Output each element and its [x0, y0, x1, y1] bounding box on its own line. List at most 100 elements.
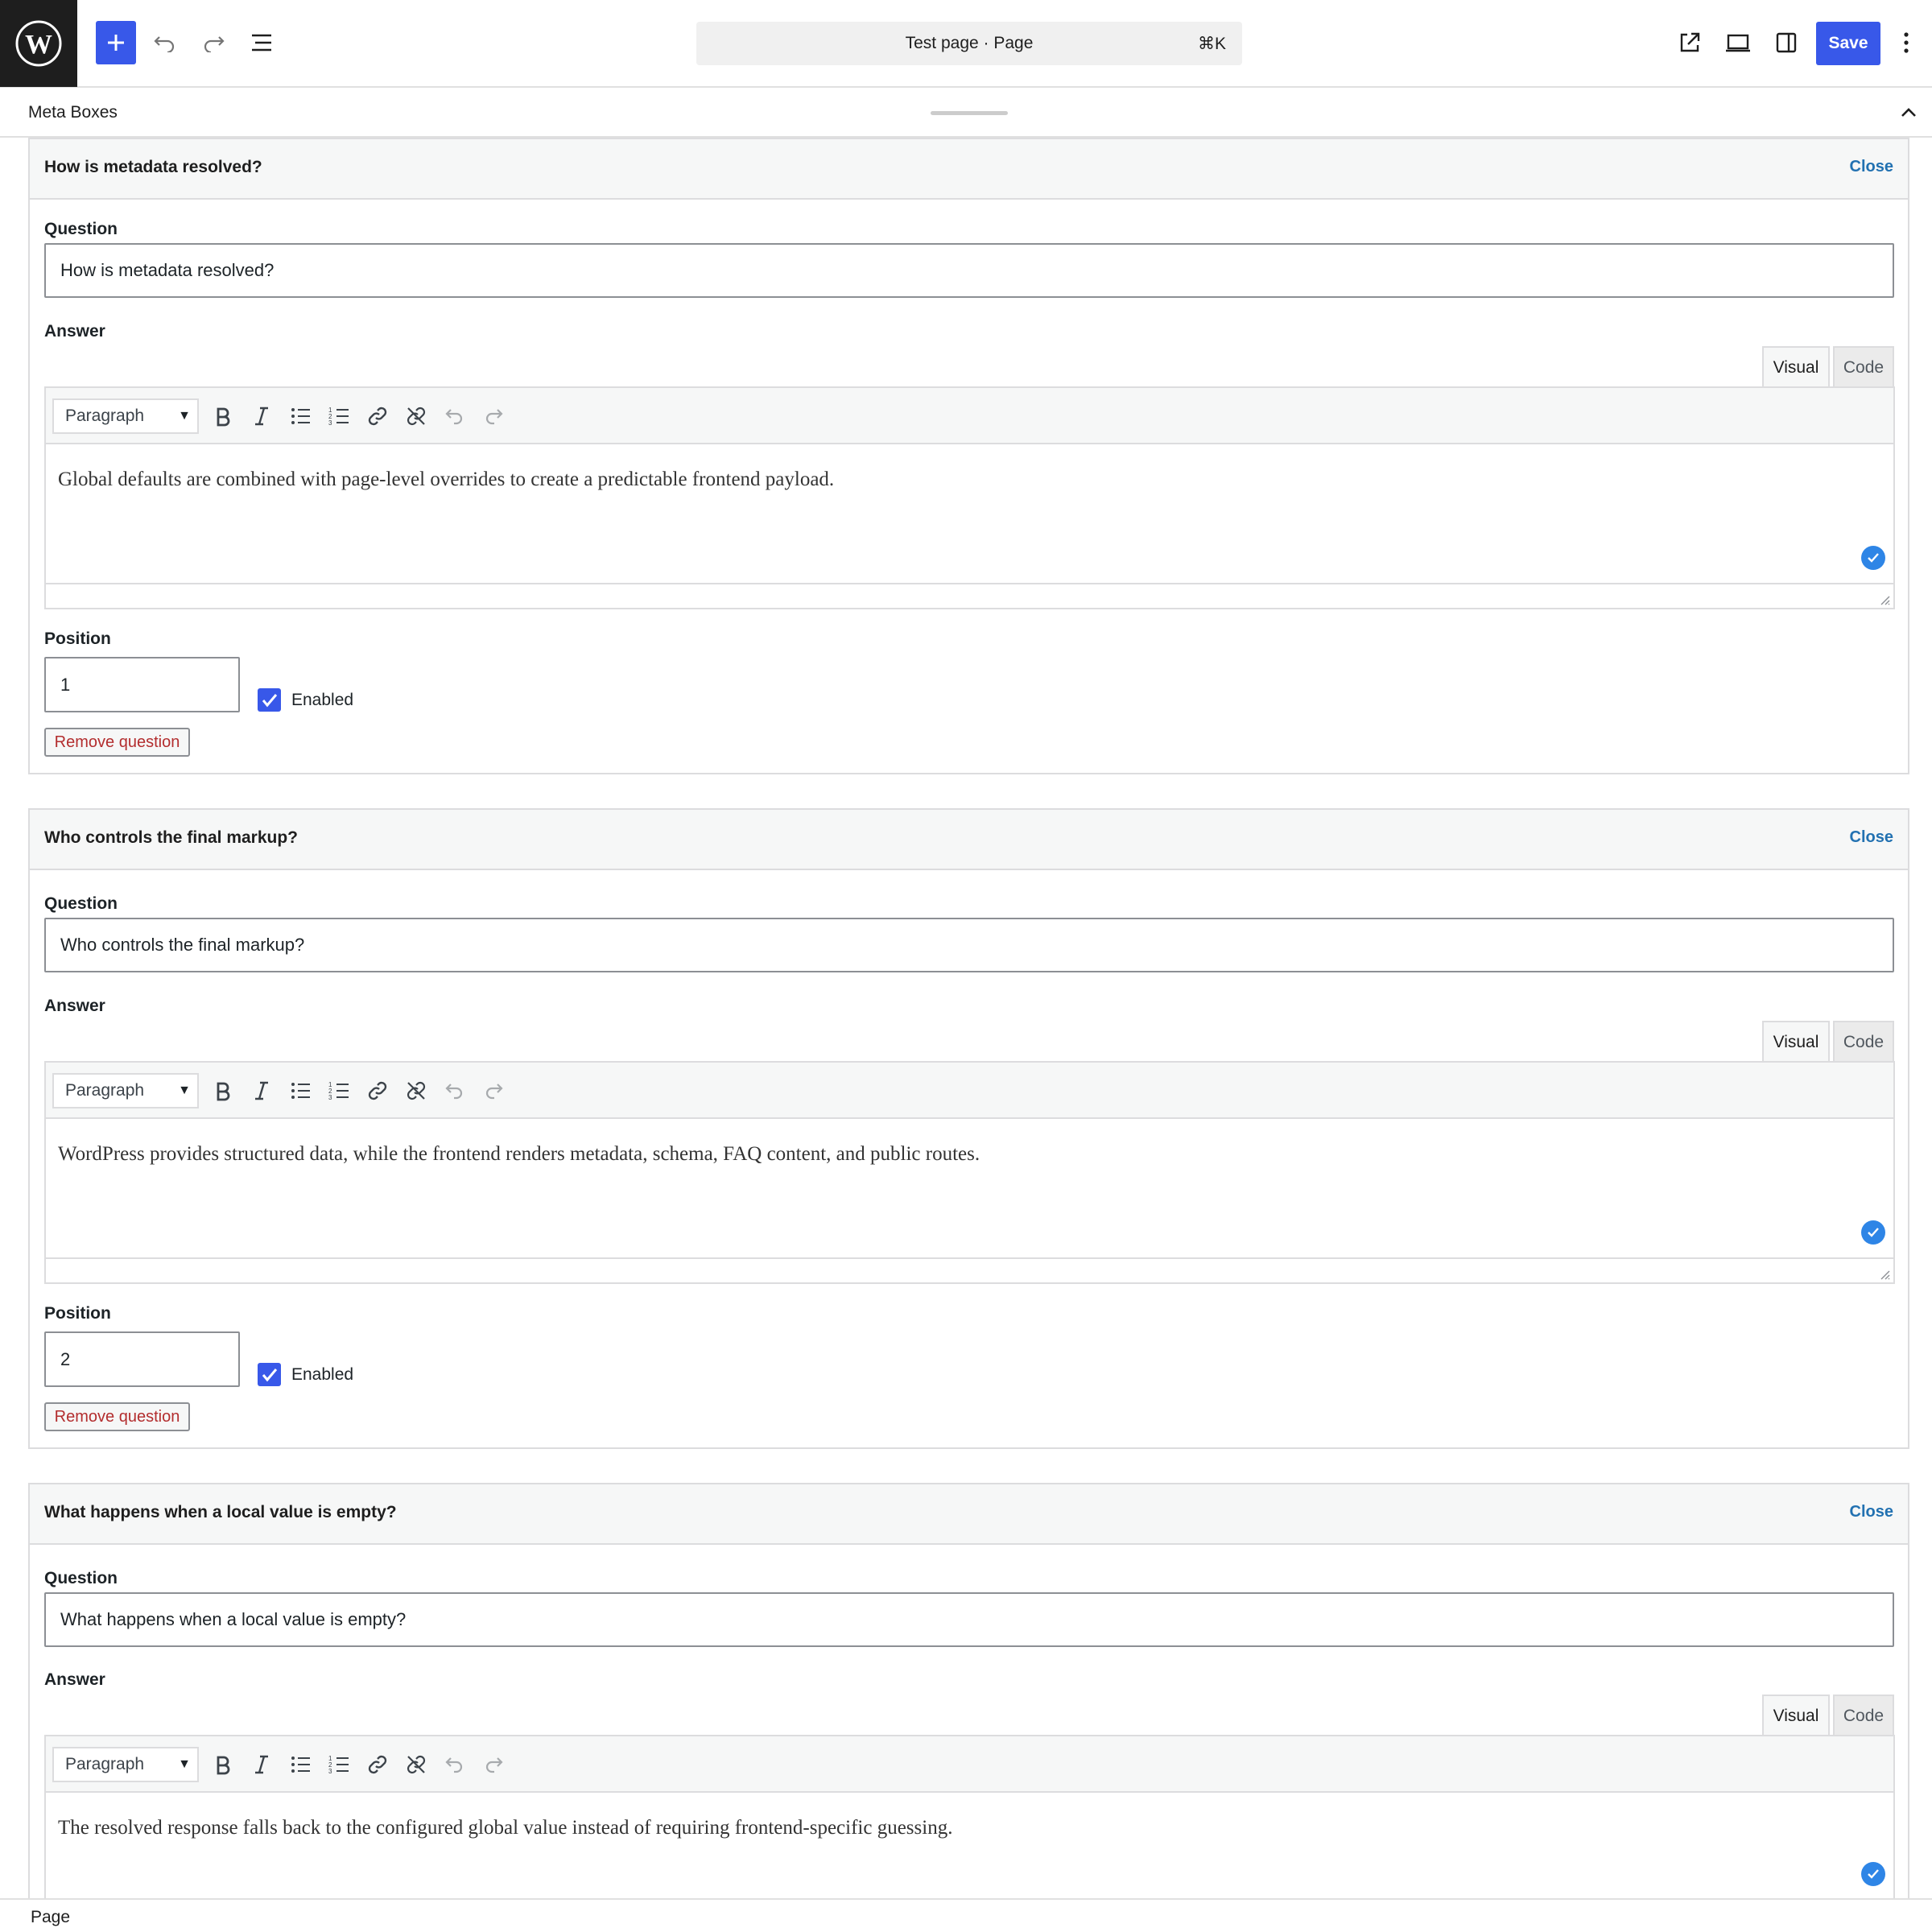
undo-icon	[445, 1757, 463, 1773]
numbered-list-button[interactable]: 123	[324, 402, 353, 431]
remove-question-button[interactable]: Remove question	[44, 1402, 190, 1431]
visual-tab[interactable]: Visual	[1762, 1695, 1830, 1736]
editor-toolbar: Paragraph ▼ 123	[46, 1063, 1893, 1119]
code-tab[interactable]: Code	[1833, 346, 1894, 387]
bullet-list-button[interactable]	[286, 402, 315, 431]
position-input[interactable]: 1	[44, 657, 240, 712]
remove-question-button[interactable]: Remove question	[44, 728, 190, 757]
grammar-check-icon[interactable]	[1861, 1862, 1885, 1886]
remove-link-button[interactable]	[402, 1750, 431, 1779]
save-button[interactable]: Save	[1816, 22, 1880, 65]
italic-button[interactable]	[247, 1750, 276, 1779]
bold-button[interactable]	[208, 402, 237, 431]
preview-button[interactable]	[1718, 23, 1758, 63]
grammar-check-icon[interactable]	[1861, 1220, 1885, 1245]
bold-button[interactable]	[208, 1750, 237, 1779]
insert-link-button[interactable]	[363, 1076, 392, 1105]
insert-link-button[interactable]	[363, 402, 392, 431]
question-input[interactable]: Who controls the final markup?	[44, 918, 1894, 972]
grammar-check-icon[interactable]	[1861, 546, 1885, 570]
undo-icon	[445, 1084, 463, 1100]
remove-link-button[interactable]	[402, 402, 431, 431]
svg-text:3: 3	[328, 1094, 332, 1101]
editor-undo-button[interactable]	[440, 1076, 469, 1105]
faq-item-close-link[interactable]: Close	[1850, 158, 1893, 176]
editor-redo-button[interactable]	[479, 1750, 508, 1779]
editor-content-area[interactable]: Global defaults are combined with page-l…	[46, 444, 1893, 583]
editor-undo-button[interactable]	[440, 1750, 469, 1779]
svg-text:3: 3	[328, 419, 332, 427]
italic-button[interactable]	[247, 1076, 276, 1105]
enabled-checkbox[interactable]	[258, 688, 281, 712]
command-shortcut: ⌘K	[1197, 35, 1226, 53]
resize-grip-icon[interactable]	[1877, 1267, 1890, 1280]
undo-button[interactable]	[145, 23, 185, 63]
plus-icon	[108, 35, 124, 51]
answer-text: Global defaults are combined with page-l…	[58, 469, 835, 490]
redo-icon	[204, 36, 225, 52]
faq-item-panel: What happens when a local value is empty…	[28, 1483, 1909, 1905]
editor-content-area[interactable]: The resolved response falls back to the …	[46, 1793, 1893, 1905]
redo-button[interactable]	[193, 23, 233, 63]
format-select[interactable]: Paragraph ▼	[52, 1747, 199, 1782]
answer-label: Answer	[44, 322, 105, 341]
numbered-list-icon: 123	[328, 1755, 349, 1775]
code-tab[interactable]: Code	[1833, 1695, 1894, 1736]
enabled-checkbox[interactable]	[258, 1363, 281, 1386]
meta-boxes-resize-handle[interactable]	[931, 111, 1008, 115]
question-input[interactable]: What happens when a local value is empty…	[44, 1592, 1894, 1647]
add-block-button[interactable]	[96, 21, 136, 64]
editor-footer: Page	[0, 1898, 1932, 1932]
meta-boxes-header[interactable]: Meta Boxes	[0, 89, 1932, 138]
resize-grip-icon[interactable]	[1877, 592, 1890, 605]
format-select[interactable]: Paragraph ▼	[52, 1073, 199, 1108]
svg-text:3: 3	[328, 1768, 332, 1775]
question-input[interactable]: How is metadata resolved?	[44, 243, 1894, 298]
desktop-preview-icon	[1726, 34, 1750, 52]
answer-text: The resolved response falls back to the …	[58, 1817, 953, 1839]
code-tab[interactable]: Code	[1833, 1021, 1894, 1062]
footer-breadcrumb[interactable]: Page	[31, 1908, 70, 1927]
command-palette-bar[interactable]: Test page · Page ⌘K	[696, 22, 1242, 65]
undo-icon	[154, 36, 175, 52]
insert-link-button[interactable]	[363, 1750, 392, 1779]
redo-icon	[485, 1084, 503, 1100]
remove-link-button[interactable]	[402, 1076, 431, 1105]
document-overview-button[interactable]	[242, 23, 282, 63]
editor-redo-button[interactable]	[479, 1076, 508, 1105]
checkmark-icon	[262, 1368, 277, 1381]
italic-button[interactable]	[247, 402, 276, 431]
bullet-list-button[interactable]	[286, 1076, 315, 1105]
bold-icon	[217, 407, 230, 427]
faq-item-close-link[interactable]: Close	[1850, 1503, 1893, 1521]
view-page-button[interactable]	[1670, 23, 1710, 63]
unlink-icon	[407, 1755, 426, 1774]
visual-tab[interactable]: Visual	[1762, 1021, 1830, 1062]
position-input[interactable]: 2	[44, 1331, 240, 1387]
collapse-meta-boxes-button[interactable]	[1897, 103, 1921, 122]
faq-item-panel: Who controls the final markup? Close Que…	[28, 808, 1909, 1449]
unlink-icon	[407, 407, 426, 426]
editor-undo-button[interactable]	[440, 402, 469, 431]
faq-item-title: Who controls the final markup?	[44, 828, 299, 847]
options-menu-button[interactable]	[1890, 23, 1922, 63]
bullet-list-button[interactable]	[286, 1750, 315, 1779]
sidebar-toggle-icon	[1776, 32, 1797, 53]
numbered-list-button[interactable]: 123	[324, 1750, 353, 1779]
visual-tab[interactable]: Visual	[1762, 346, 1830, 387]
link-icon	[368, 1081, 387, 1100]
editor-content-area[interactable]: WordPress provides structured data, whil…	[46, 1119, 1893, 1257]
faq-item-close-link[interactable]: Close	[1850, 828, 1893, 847]
format-select[interactable]: Paragraph ▼	[52, 398, 199, 434]
bold-button[interactable]	[208, 1076, 237, 1105]
bullet-list-icon	[291, 1083, 310, 1099]
editor-toolbar: Paragraph ▼ 123	[46, 1736, 1893, 1793]
faq-item-header: What happens when a local value is empty…	[30, 1484, 1908, 1545]
editor-header: W Test page · Page ⌘K Save	[0, 0, 1932, 88]
wordpress-logo-icon[interactable]: W	[0, 0, 77, 87]
redo-icon	[485, 409, 503, 425]
settings-sidebar-button[interactable]	[1766, 23, 1806, 63]
editor-redo-button[interactable]	[479, 402, 508, 431]
faq-item-title: How is metadata resolved?	[44, 158, 262, 176]
numbered-list-button[interactable]: 123	[324, 1076, 353, 1105]
